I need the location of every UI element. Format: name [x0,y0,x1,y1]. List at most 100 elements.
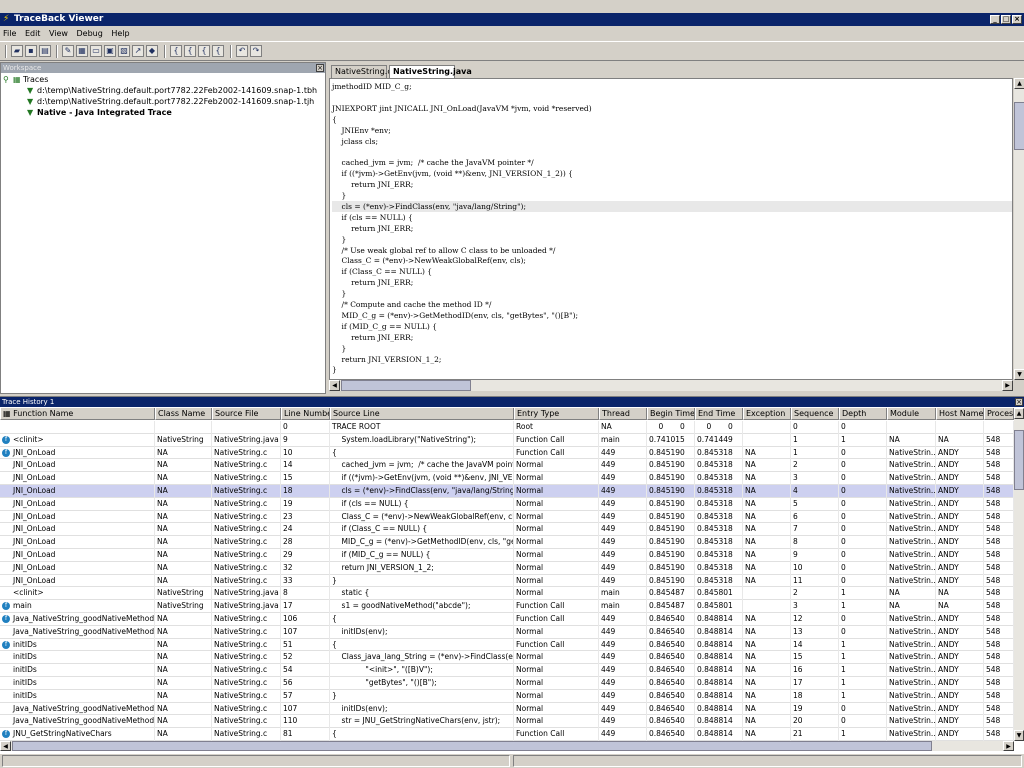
workspace-close-button[interactable]: × [316,64,324,72]
code-view[interactable]: jmethodID MID_C_g; JNIEXPORT jint JNICALL… [329,78,1013,380]
scroll-left-button[interactable]: ◀ [0,741,11,751]
scroll-down-button[interactable]: ▼ [1014,369,1024,380]
minimize-button[interactable]: _ [990,15,1000,24]
table-row[interactable]: JNI_OnLoad NA NativeString.c 19 if (cls == … [0,497,1014,511]
report-icon[interactable]: ▣ [104,45,116,57]
goto-icon[interactable]: ↗ [132,45,144,57]
trace-history-close-button[interactable]: × [1015,398,1023,406]
table-row[interactable]: f main NativeString NativeString.java 17 s1 … [0,600,1014,613]
menu-edit[interactable]: Edit [22,27,44,40]
scroll-down-button[interactable]: ▼ [1014,730,1024,741]
column-header[interactable]: Sequence [791,408,839,420]
scroll-up-button[interactable]: ▲ [1014,78,1024,89]
table-row[interactable]: f <clinit> NativeString NativeString.java 9 … [0,433,1014,447]
table-row[interactable]: f initIDs NA NativeString.c 51{Function Call… [0,638,1014,652]
bracket-icon-1[interactable]: { [170,45,182,57]
table-row[interactable]: Java_NativeString_goodNativeMethod NA Nati… [0,625,1014,639]
column-header[interactable]: Source File [212,408,281,420]
table-vertical-scrollbar[interactable]: ▲ ▼ [1014,408,1024,741]
column-header[interactable]: ▦ Function Name [0,408,155,420]
table-row[interactable]: JNI_OnLoad NA NativeString.c 32 return JNI_… [0,561,1014,575]
save-icon[interactable]: ▪ [25,45,37,57]
editor-horizontal-scrollbar[interactable]: ◀ ▶ [329,380,1013,391]
table-cell: ANDY [936,625,984,639]
maximize-button[interactable]: □ [1001,15,1011,24]
column-header[interactable]: Process [984,408,1014,420]
menu-file[interactable]: File [0,27,19,40]
table-row[interactable]: Java_NativeString_goodNativeMethod NA Nati… [0,715,1014,729]
scroll-thumb[interactable] [1014,430,1024,490]
table-row[interactable]: JNI_OnLoad NA NativeString.c 24 if (Class_C… [0,523,1014,537]
column-header[interactable]: Source Line [330,408,514,420]
column-header[interactable]: Line Number [281,408,330,420]
column-header[interactable]: Depth [839,408,887,420]
toolbar-separator [230,45,232,58]
column-header[interactable]: Begin Time [647,408,695,420]
table-row[interactable]: 0 TRACE ROOT Root NA 0 0 0 000 [0,421,1014,434]
step-forward-icon[interactable]: ↷ [250,45,262,57]
column-header[interactable]: Host Name [936,408,984,420]
table-row[interactable]: JNI_OnLoad NA NativeString.c 28 MID_C_g = (… [0,536,1014,549]
table-cell: JNI_OnLoad [0,472,155,485]
bracket-icon-3[interactable]: { [198,45,210,57]
table-row[interactable]: JNI_OnLoad NA NativeString.c 33} Normal 449 0.… [0,574,1014,588]
table-row[interactable]: initIDs NA NativeString.c 57} Normal 449 0.846… [0,689,1014,703]
search-icon[interactable]: ◆ [146,45,158,57]
table-cell: 0.845318 [695,510,743,524]
table-row[interactable]: JNI_OnLoad NA NativeString.c 15 if ((*jvm)-… [0,472,1014,485]
column-header[interactable]: Entry Type [514,408,599,420]
editor-vertical-scrollbar[interactable]: ▲ ▼ [1013,78,1024,380]
title-bar[interactable]: ⚡ TraceBack Viewer _ □ × [0,13,1024,26]
scroll-right-button[interactable]: ▶ [1003,741,1014,751]
table-row[interactable]: Java_NativeString_goodNativeMethod NA Nati… [0,702,1014,716]
table-row[interactable]: initIDs NA NativeString.c 56 "getBytes", "(… [0,677,1014,690]
table-row[interactable]: initIDs NA NativeString.c 54 "<init>", "([B… [0,664,1014,677]
workspace-panel: Workspace × ⚲ ▦ Traces ▼ d:\temp\NativeStri… [0,62,326,394]
table-horizontal-scrollbar[interactable]: ◀ ▶ [0,741,1014,751]
view-icon[interactable]: ▦ [76,45,88,57]
bracket-icon-4[interactable]: { [212,45,224,57]
trace-file-icon: ▼ [27,97,34,106]
table-row[interactable]: JNI_OnLoad NA NativeString.c 29 if (MID_C_g… [0,549,1014,562]
scroll-right-button[interactable]: ▶ [1002,380,1013,391]
edit-icon[interactable]: ✎ [62,45,74,57]
table-row[interactable]: initIDs NA NativeString.c 52 Class_java_lan… [0,651,1014,665]
table-row[interactable]: JNI_OnLoad NA NativeString.c 18 cls = (*env… [0,485,1014,498]
scroll-thumb[interactable] [341,380,471,391]
menu-help[interactable]: Help [108,27,132,40]
tree-item-tjh[interactable]: ▼ d:\temp\NativeString.default.port7782.2… [27,96,314,107]
table-cell: NativeString.c [212,549,281,562]
column-header[interactable]: End Time [695,408,743,420]
menu-debug[interactable]: Debug [74,27,106,40]
tree-root-traces[interactable]: ⚲ ▦ Traces [3,74,48,85]
table-row[interactable]: <clinit> NativeString NativeString.java 8 s… [0,587,1014,601]
table-row[interactable]: JNI_OnLoad NA NativeString.c 14 cached_jvm … [0,459,1014,473]
close-button[interactable]: × [1012,15,1022,24]
step-back-icon[interactable]: ↶ [236,45,248,57]
scroll-left-button[interactable]: ◀ [329,380,340,391]
tab-nativestring-c[interactable]: NativeString.c [331,65,392,78]
menu-view[interactable]: View [46,27,71,40]
table-row[interactable]: f Java_NativeString_goodNativeMethod NA Nat… [0,613,1014,626]
column-header[interactable]: Class Name [155,408,212,420]
tree-item-tbh[interactable]: ▼ d:\temp\NativeString.default.port7782.2… [27,85,317,96]
scroll-thumb[interactable] [12,741,932,751]
table-row[interactable]: JNI_OnLoad NA NativeString.c 23 Class_C = (… [0,510,1014,524]
window-icon[interactable]: ▭ [90,45,102,57]
column-header[interactable]: Module [887,408,936,420]
tree-item-integrated-trace[interactable]: ▼ Native - Java Integrated Trace [27,107,172,118]
table-cell: NA [155,625,212,639]
table-cell: 0.845190 [647,472,695,485]
column-header[interactable]: Thread [599,408,647,420]
export-icon[interactable]: ▧ [118,45,130,57]
bracket-icon-2[interactable]: { [184,45,196,57]
open-folder-icon[interactable]: ▰ [11,45,23,57]
table-cell: 2 [791,459,839,473]
scroll-up-button[interactable]: ▲ [1014,408,1024,419]
table-row[interactable]: f JNU_GetStringNativeChars NA NativeString.… [0,728,1014,741]
tab-nativestring-java[interactable]: NativeString.java [389,65,472,78]
print-icon[interactable]: ▤ [39,45,51,57]
column-header[interactable]: Exception [743,408,791,420]
table-row[interactable]: f JNI_OnLoad NA NativeString.c 10{Function C… [0,446,1014,460]
scroll-thumb[interactable] [1014,102,1024,150]
